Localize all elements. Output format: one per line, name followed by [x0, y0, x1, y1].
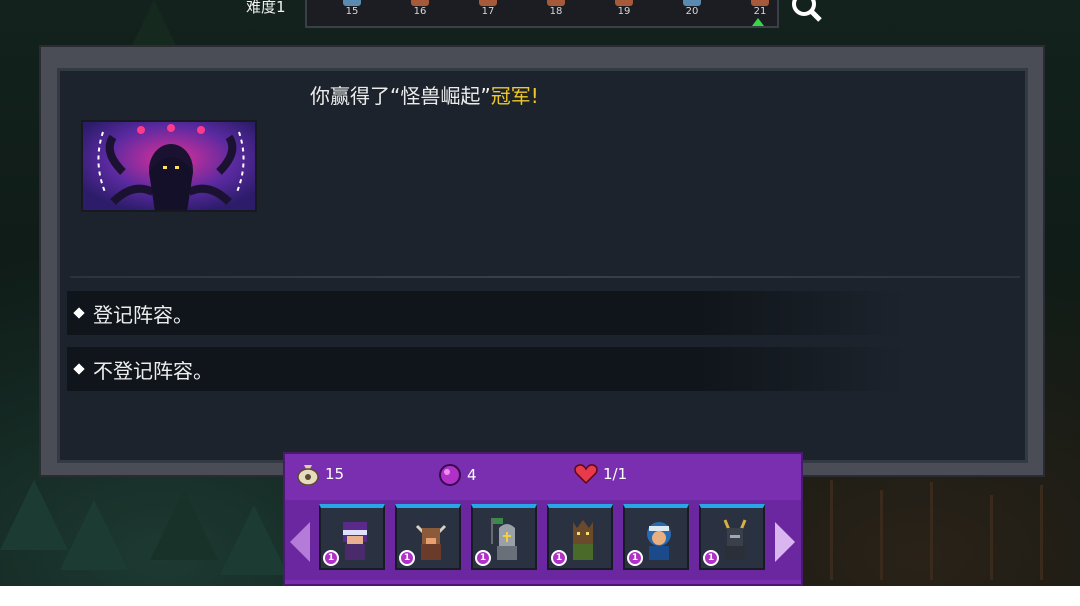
option-register-team[interactable]: 登记阵容。	[67, 291, 907, 335]
bottom-strip	[0, 586, 1080, 606]
stage-node-number: 20	[685, 6, 699, 17]
unit-level-badge: 1	[627, 550, 643, 566]
party-status-bar: 15 4 1/1	[285, 454, 801, 492]
stage-node-number: 21	[753, 6, 767, 17]
option-label: 登记阵容。	[93, 302, 193, 327]
dead-tree	[930, 482, 933, 580]
option-label: 不登记阵容。	[93, 358, 213, 383]
minotaur-sprite-icon	[415, 524, 447, 560]
stage-progress-bar: 15 16 17 18 19 20 21	[305, 0, 779, 28]
party-unit-row: 1 1 1 1 1 1	[285, 500, 801, 580]
event-title: 你赢得了“怪兽崛起”冠军!	[310, 80, 539, 109]
heart-icon	[574, 464, 598, 485]
stage-node-number: 17	[481, 6, 495, 17]
gem-value: 4	[467, 466, 477, 484]
knight-sprite-icon	[491, 518, 517, 560]
dialog-divider	[70, 276, 1020, 278]
unit-slot-knight[interactable]: 1	[471, 504, 537, 570]
dead-tree	[830, 480, 833, 580]
stage-node-number: 15	[345, 6, 359, 17]
dead-tree	[990, 495, 993, 580]
gold-value: 15	[325, 465, 345, 483]
unit-level-badge: 1	[551, 550, 567, 566]
unit-slot-ninja[interactable]: 1	[319, 504, 385, 570]
stage-node-number: 16	[413, 6, 427, 17]
option-skip-register[interactable]: 不登记阵容。	[67, 347, 907, 391]
stage-node: 18	[539, 0, 573, 24]
search-icon[interactable]	[786, 0, 828, 26]
unit-level-badge: 1	[323, 550, 339, 566]
event-title-highlight: 冠军!	[490, 84, 539, 108]
gem-stat: 4	[437, 463, 477, 487]
treant-sprite-icon	[573, 520, 593, 560]
boss-portrait-image	[81, 120, 257, 212]
stage-node: 15	[335, 0, 369, 24]
party-panel: 15 4 1/1 1 1 1 1 1 1	[283, 452, 803, 586]
bullet-icon	[73, 363, 85, 375]
tree-decoration	[0, 480, 68, 550]
tree-decoration	[60, 500, 128, 570]
unit-slot-monkey-ninja[interactable]: 1	[623, 504, 689, 570]
tree-decoration	[220, 505, 288, 575]
dark-knight-sprite-icon	[723, 519, 747, 560]
gold-stat: 15	[295, 463, 344, 485]
difficulty-label: 难度1	[246, 0, 286, 16]
dead-tree	[1040, 485, 1043, 580]
unit-level-badge: 1	[475, 550, 491, 566]
monkey-ninja-sprite-icon	[647, 522, 671, 560]
stage-node: 20	[675, 0, 709, 24]
unit-slot-minotaur[interactable]: 1	[395, 504, 461, 570]
gold-bag-icon	[297, 465, 319, 485]
lives-stat: 1/1	[573, 463, 627, 485]
scroll-right-arrow-icon[interactable]	[775, 522, 795, 562]
lives-value: 1/1	[603, 465, 628, 483]
stage-node: 17	[471, 0, 505, 24]
unit-level-badge: 1	[399, 550, 415, 566]
tree-decoration	[150, 490, 218, 560]
ninja-sprite-icon	[343, 522, 367, 560]
unit-slot-treant[interactable]: 1	[547, 504, 613, 570]
current-stage-marker-icon	[752, 18, 764, 26]
bullet-icon	[73, 307, 85, 319]
stage-node-number: 19	[617, 6, 631, 17]
scroll-left-arrow-icon[interactable]	[290, 522, 310, 562]
unit-slot-dark-knight[interactable]: 1	[699, 504, 765, 570]
stage-node-number: 18	[549, 6, 563, 17]
unit-level-badge: 1	[703, 550, 719, 566]
gem-icon	[439, 464, 461, 486]
stage-node: 16	[403, 0, 437, 24]
event-title-text: 你赢得了“怪兽崛起”	[310, 84, 491, 108]
stage-node: 19	[607, 0, 641, 24]
dead-tree	[880, 490, 883, 580]
